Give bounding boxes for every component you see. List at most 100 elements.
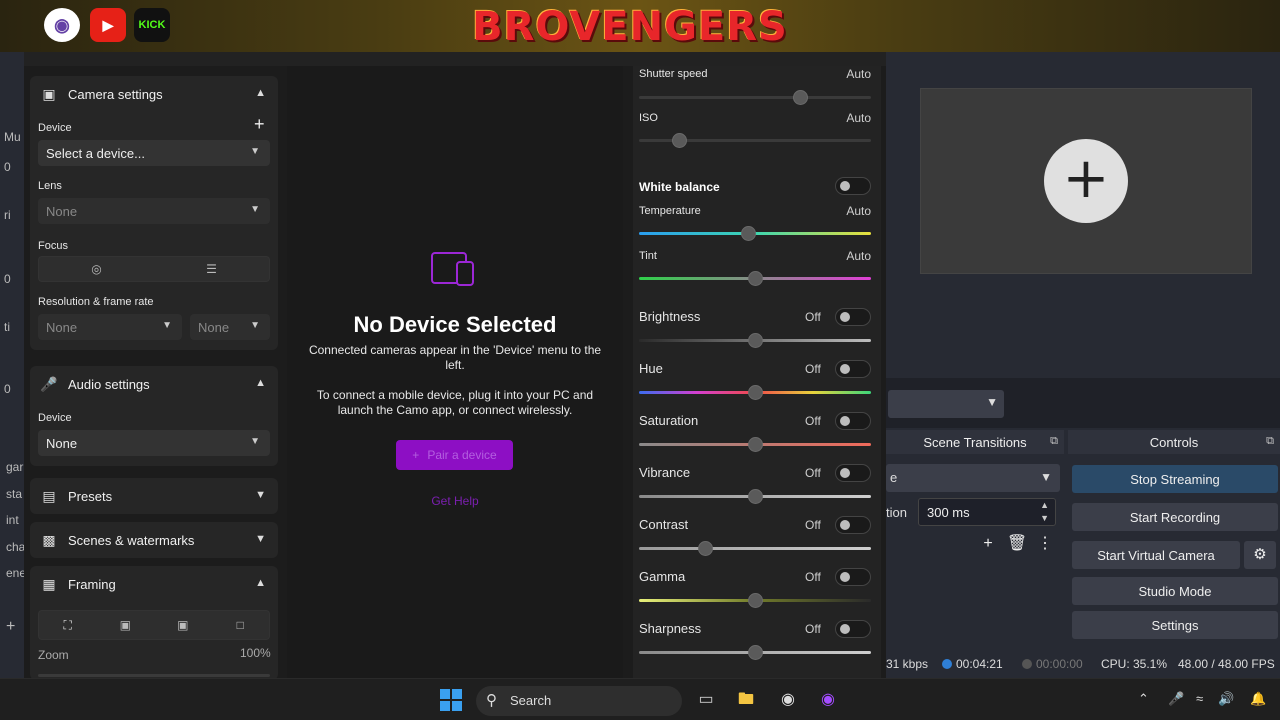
- shutter-label: Shutter speed: [639, 68, 708, 80]
- slider-thumb[interactable]: [747, 333, 763, 348]
- obs-app-icon[interactable]: ◉: [776, 689, 800, 711]
- temperature-slider[interactable]: [639, 226, 871, 241]
- vibrance-slider[interactable]: [639, 489, 871, 504]
- get-help-link[interactable]: Get Help: [287, 494, 623, 508]
- obs-left-label[interactable]: gar: [6, 460, 23, 474]
- frame-fit-icon[interactable]: □: [212, 611, 270, 639]
- focus-manual-icon[interactable]: ☰: [154, 257, 269, 281]
- more-options-icon[interactable]: ⋮: [1033, 532, 1057, 556]
- slider-thumb[interactable]: [747, 437, 763, 452]
- camo-app-icon[interactable]: ◉: [816, 689, 840, 711]
- obs-status-bar: 31 kbps 00:04:21 00:00:00 CPU: 35.1% 48.…: [886, 652, 1280, 676]
- presets-header[interactable]: ▤ Presets ▼: [30, 478, 278, 514]
- add-transition-icon[interactable]: +: [976, 532, 1000, 556]
- zoom-slider[interactable]: [38, 674, 270, 677]
- stepper-arrows-icon[interactable]: ▲ ▼: [1040, 499, 1049, 525]
- obs-dropdown[interactable]: ▼: [888, 390, 1004, 418]
- notification-bell-icon[interactable]: 🔔: [1250, 691, 1266, 707]
- volume-icon[interactable]: 🔊: [1218, 691, 1234, 707]
- iso-slider[interactable]: [639, 133, 871, 148]
- delete-icon[interactable]: 🗑: [1005, 532, 1029, 556]
- file-explorer-icon[interactable]: 🖿: [734, 689, 758, 711]
- slider-thumb[interactable]: [747, 489, 763, 504]
- transition-select[interactable]: e ▼: [886, 464, 1060, 492]
- obs-left-label: ri: [4, 208, 11, 222]
- chevron-down-icon: ▼: [250, 320, 260, 331]
- saturation-slider[interactable]: [639, 437, 871, 452]
- undock-icon[interactable]: ⧉: [1050, 435, 1058, 448]
- add-device-icon[interactable]: +: [254, 114, 265, 135]
- stop-streaming-button[interactable]: Stop Streaming: [1072, 465, 1278, 493]
- select-value: Select a device...: [46, 146, 145, 161]
- contrast-slider[interactable]: [639, 541, 871, 556]
- undock-icon[interactable]: ⧉: [1266, 435, 1274, 448]
- gamma-toggle[interactable]: [835, 568, 871, 586]
- shutter-slider[interactable]: [639, 90, 871, 105]
- start-recording-button[interactable]: Start Recording: [1072, 503, 1278, 531]
- obs-left-label[interactable]: sta: [6, 487, 22, 501]
- frame-person-icon[interactable]: ▣: [97, 611, 155, 639]
- task-view-icon[interactable]: ▭: [694, 689, 718, 711]
- add-source-plus-icon[interactable]: +: [1044, 139, 1128, 223]
- studio-mode-button[interactable]: Studio Mode: [1072, 577, 1278, 605]
- wifi-icon[interactable]: ≈: [1196, 691, 1203, 706]
- microphone-icon[interactable]: 🎤: [1168, 691, 1184, 707]
- focus-auto-icon[interactable]: ◎: [39, 257, 154, 281]
- pair-device-button[interactable]: + Pair a device: [396, 440, 513, 470]
- search-icon: ⚲: [486, 692, 497, 709]
- search-placeholder: Search: [510, 693, 552, 708]
- frame-manual-icon[interactable]: ⛶: [39, 611, 97, 639]
- contrast-toggle[interactable]: [835, 516, 871, 534]
- hue-state: Off: [805, 362, 821, 376]
- frame-center-icon[interactable]: ▣: [154, 611, 212, 639]
- slider-thumb[interactable]: [740, 226, 756, 241]
- windows-start-icon[interactable]: [440, 689, 462, 711]
- camera-settings-header[interactable]: ▣ Camera settings ▲: [30, 76, 278, 112]
- stream-time: 00:04:21: [942, 657, 1003, 671]
- slider-thumb[interactable]: [747, 645, 763, 660]
- sharpness-slider[interactable]: [639, 645, 871, 660]
- obs-left-label[interactable]: cha: [6, 540, 25, 554]
- resolution-select[interactable]: None ▼: [38, 314, 182, 340]
- settings-button[interactable]: Settings: [1072, 611, 1278, 639]
- slider-thumb[interactable]: [747, 593, 763, 608]
- vibrance-toggle[interactable]: [835, 464, 871, 482]
- lens-select[interactable]: None ▼: [38, 198, 270, 224]
- saturation-label: Saturation: [639, 413, 699, 428]
- scenes-header[interactable]: ▩ Scenes & watermarks ▼: [30, 522, 278, 558]
- framerate-select[interactable]: None ▼: [190, 314, 270, 340]
- slider-thumb[interactable]: [747, 271, 763, 286]
- audio-settings-header[interactable]: 🎤 Audio settings ▲: [30, 366, 278, 402]
- brightness-toggle[interactable]: [835, 308, 871, 326]
- brightness-slider[interactable]: [639, 333, 871, 348]
- audio-device-select[interactable]: None ▼: [38, 430, 270, 456]
- slider-thumb[interactable]: [793, 90, 809, 105]
- gamma-slider[interactable]: [639, 593, 871, 608]
- devices-icon: [431, 252, 474, 286]
- gear-icon[interactable]: ⚙: [1244, 541, 1276, 569]
- framing-header[interactable]: ▦ Framing ▲: [30, 566, 278, 602]
- controls-header: Controls ⧉: [1068, 430, 1280, 454]
- hue-toggle[interactable]: [835, 360, 871, 378]
- obs-left-label[interactable]: int: [6, 513, 19, 527]
- taskbar-search[interactable]: ⚲ Search: [476, 686, 682, 716]
- desktop: ◉ ▶ KICK BROVENGERS Mu 0 ri 0 ti 0 gar s…: [0, 0, 1280, 720]
- iso-value: Auto: [846, 111, 871, 125]
- add-scene-icon[interactable]: +: [6, 618, 15, 636]
- device-select[interactable]: Select a device... ▼: [38, 140, 270, 166]
- white-balance-toggle[interactable]: [835, 177, 871, 195]
- connect-instructions: To connect a mobile device, plug it into…: [316, 388, 594, 417]
- slider-thumb[interactable]: [671, 133, 687, 148]
- slider-thumb[interactable]: [697, 541, 713, 556]
- tint-slider[interactable]: [639, 271, 871, 286]
- sharpness-toggle[interactable]: [835, 620, 871, 638]
- chevron-up-icon[interactable]: ⌃: [1138, 691, 1149, 707]
- saturation-toggle[interactable]: [835, 412, 871, 430]
- slider-thumb[interactable]: [747, 385, 763, 400]
- duration-input[interactable]: 300 ms ▲ ▼: [918, 498, 1056, 526]
- start-virtual-camera-button[interactable]: Start Virtual Camera: [1072, 541, 1240, 569]
- hue-slider[interactable]: [639, 385, 871, 400]
- presets-icon: ▤: [42, 487, 56, 504]
- section-title: Audio settings: [68, 376, 150, 392]
- chevron-down-icon: ▼: [255, 489, 266, 501]
